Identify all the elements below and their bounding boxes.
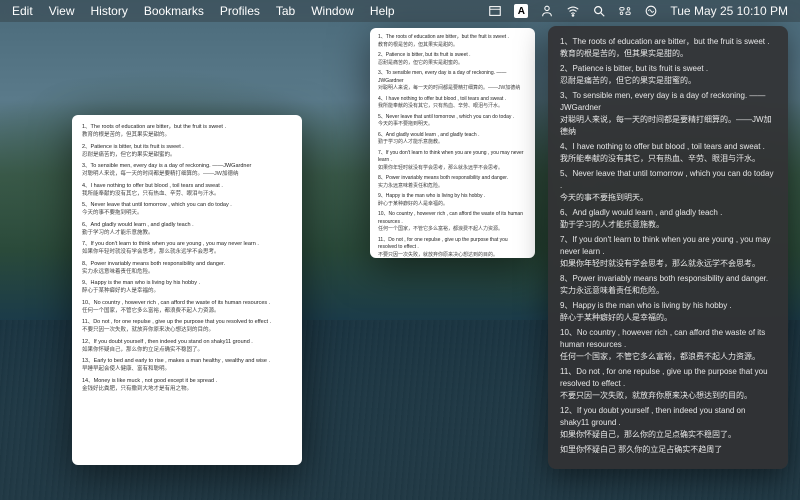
- tooltip-quote-item: 1、The roots of education are bitter，but …: [560, 36, 776, 60]
- quote-item: 9、Happy is the man who is living by his …: [378, 193, 527, 208]
- menubar-status: A Tue May 25 10:10 PM: [488, 4, 788, 18]
- tooltip-quote-item: 9、Happy is the man who is living by his …: [560, 300, 776, 324]
- menu-bookmarks[interactable]: Bookmarks: [144, 4, 204, 18]
- menu-history[interactable]: History: [90, 4, 127, 18]
- quote-item: 10、No country , however rich , can affor…: [378, 211, 527, 234]
- quote-item: 13、Early to bed and early to rise , make…: [82, 357, 292, 374]
- quote-item: 4、I have nothing to offer but blood , to…: [378, 96, 527, 111]
- quote-item: 1、The roots of education are bitter，but …: [378, 34, 527, 49]
- quote-item: 2、Patience is bitter, but its fruit is s…: [378, 52, 527, 67]
- tooltip-quote-item: 11、Do not , for one repulse , give up th…: [560, 366, 776, 402]
- menu-profiles[interactable]: Profiles: [220, 4, 260, 18]
- quote-item: 14、Money is like muck , not good except …: [82, 377, 292, 394]
- tooltip-quote-item: 8、Power invariably means both responsibi…: [560, 273, 776, 297]
- tooltip-quote-item: 10、No country , however rich , can affor…: [560, 327, 776, 363]
- menu-tab[interactable]: Tab: [276, 4, 295, 18]
- notification-tooltip: 1、The roots of education are bitter，but …: [548, 26, 788, 469]
- tooltip-quote-item: 2、Patience is bitter, but its fruit is s…: [560, 63, 776, 87]
- tooltip-quote-item: 7、If you don't learn to think when you a…: [560, 234, 776, 270]
- input-source-icon[interactable]: A: [514, 4, 528, 18]
- tooltip-quote-item: 6、And gladly would learn , and gladly te…: [560, 207, 776, 231]
- wifi-icon[interactable]: [566, 4, 580, 18]
- quote-item: 5、Never leave that until tomorrow , whic…: [82, 201, 292, 218]
- menu-edit[interactable]: Edit: [12, 4, 33, 18]
- menubar: Edit View History Bookmarks Profiles Tab…: [0, 0, 800, 22]
- menubar-app-menus: Edit View History Bookmarks Profiles Tab…: [12, 4, 395, 18]
- search-icon[interactable]: [592, 4, 606, 18]
- quote-item: 6、And gladly would learn , and gladly te…: [82, 221, 292, 238]
- quote-item: 8、Power invariably means both responsibi…: [378, 175, 527, 190]
- quote-item: 5、Never leave that until tomorrow , whic…: [378, 114, 527, 129]
- siri-icon[interactable]: [644, 4, 658, 18]
- quote-item: 6、And gladly would learn , and gladly te…: [378, 132, 527, 147]
- app-tray-icon[interactable]: [488, 4, 502, 18]
- quote-item: 9、Happy is the man who is living by his …: [82, 279, 292, 296]
- quote-item: 12、If you doubt yourself , then indeed y…: [82, 338, 292, 355]
- quote-item: 2、Patience is bitter, but its fruit is s…: [82, 143, 292, 160]
- menu-help[interactable]: Help: [370, 4, 395, 18]
- quote-item: 10、No country , however rich , can affor…: [82, 299, 292, 316]
- quote-item: 7、If you don't learn to think when you a…: [82, 240, 292, 257]
- tooltip-tail: 如里你怀疑白己 那久你的立足占确实不趋周了: [560, 444, 776, 456]
- user-icon[interactable]: [540, 4, 554, 18]
- tooltip-quote-item: 12、If you doubt yourself , then indeed y…: [560, 405, 776, 441]
- tooltip-quote-item: 3、To sensible men, every day is a day of…: [560, 90, 776, 138]
- control-center-icon[interactable]: [618, 4, 632, 18]
- menu-view[interactable]: View: [49, 4, 75, 18]
- tooltip-quote-item: 4、I have nothing to offer but blood , to…: [560, 141, 776, 165]
- quote-item: 4、I have nothing to offer but blood , to…: [82, 182, 292, 199]
- quote-item: 3、To sensible men, every day is a day of…: [378, 70, 527, 93]
- quote-item: 8、Power invariably means both responsibi…: [82, 260, 292, 277]
- quote-item: 1、The roots of education are bitter，but …: [82, 123, 292, 140]
- quote-item: 11、Do not , for one repulse , give up th…: [378, 237, 527, 259]
- quote-item: 11、Do not , for one repulse , give up th…: [82, 318, 292, 335]
- menu-window[interactable]: Window: [311, 4, 354, 18]
- menubar-datetime[interactable]: Tue May 25 10:10 PM: [670, 4, 788, 18]
- quote-item: 7、If you don't learn to think when you a…: [378, 150, 527, 173]
- tooltip-quote-item: 5、Never leave that until tomorrow , whic…: [560, 168, 776, 204]
- text-window-left[interactable]: 1、The roots of education are bitter，but …: [72, 115, 302, 465]
- text-window-center[interactable]: 1、The roots of education are bitter，but …: [370, 28, 535, 258]
- quote-item: 3、To sensible men, every day is a day of…: [82, 162, 292, 179]
